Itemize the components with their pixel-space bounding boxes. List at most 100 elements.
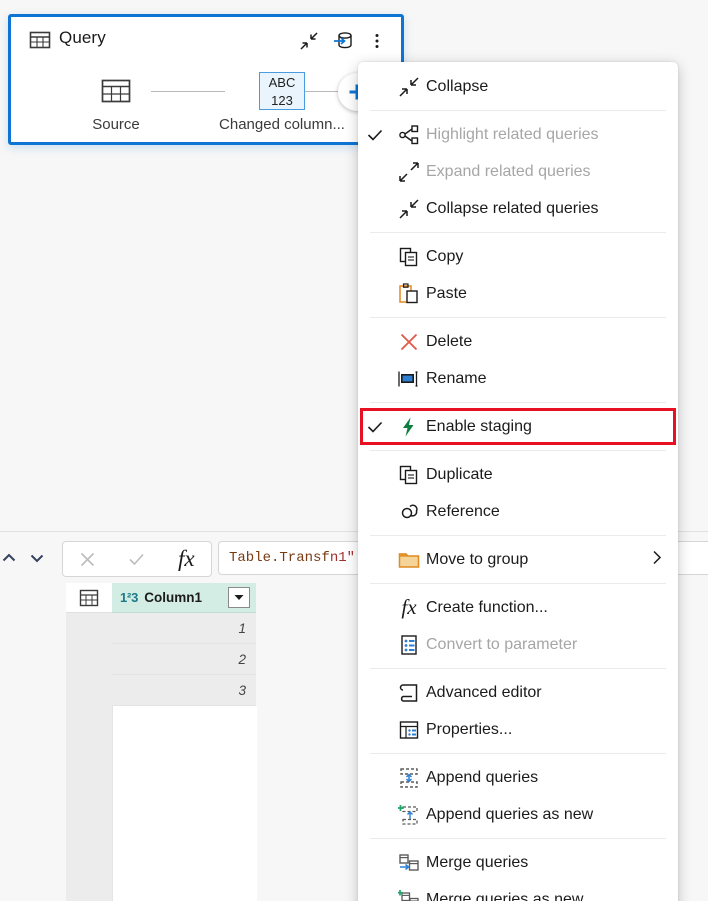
power-query-editor: Query Source ABC 123 Changed column... f… <box>0 0 708 901</box>
menu-item-paste[interactable]: Paste <box>358 275 678 312</box>
check-icon <box>367 129 383 141</box>
abc123-bottom: 123 <box>271 93 293 108</box>
menu-item-append-queries-as-new[interactable]: Append queries as new <box>358 796 678 833</box>
chevron-up-icon <box>2 553 16 562</box>
step-source[interactable]: Source <box>73 73 159 133</box>
previous-step-button[interactable] <box>0 543 22 573</box>
cancel-formula-button[interactable] <box>68 544 108 574</box>
collapse-icon <box>392 198 426 220</box>
staging-database-icon[interactable] <box>327 25 359 57</box>
menu-separator <box>370 232 666 233</box>
step-label: Source <box>92 116 140 133</box>
menu-item-expand-related-queries: Expand related queries <box>358 153 678 190</box>
share-nodes-icon <box>392 124 426 146</box>
menu-item-merge-queries-as-new[interactable]: Merge queries as new <box>358 881 678 901</box>
menu-item-rename[interactable]: Rename <box>358 360 678 397</box>
fx-icon: fx <box>401 595 417 619</box>
check-icon <box>358 418 392 436</box>
table-icon <box>79 589 99 606</box>
menu-item-copy[interactable]: Copy <box>358 238 678 275</box>
menu-item-merge-queries[interactable]: Merge queries <box>358 844 678 881</box>
menu-item-label: Expand related queries <box>426 162 591 180</box>
menu-separator <box>370 583 666 584</box>
menu-item-label: Duplicate <box>426 465 493 483</box>
parameter-icon <box>392 634 426 656</box>
menu-item-advanced-editor[interactable]: Advanced editor <box>358 674 678 711</box>
query-steps-row: Source ABC 123 Changed column... <box>11 65 401 145</box>
formula-text: Table.Transf <box>229 550 330 566</box>
data-preview-grid: 1²3 Column1 1 1 2 2 3 3 <box>66 583 257 901</box>
rename-icon <box>392 368 426 390</box>
menu-item-delete[interactable]: Delete <box>358 323 678 360</box>
menu-item-label: Paste <box>426 284 467 302</box>
abc123-top: ABC <box>268 75 296 90</box>
menu-item-collapse-related-queries[interactable]: Collapse related queries <box>358 190 678 227</box>
lightning-bolt-icon <box>392 416 426 438</box>
menu-separator <box>370 450 666 451</box>
menu-item-label: Merge queries <box>426 853 529 871</box>
abc123-icon: ABC 123 <box>207 72 357 110</box>
cell-column1[interactable]: 1 <box>112 613 256 644</box>
menu-item-label: Copy <box>426 247 464 265</box>
cell-column1[interactable]: 3 <box>112 675 256 706</box>
menu-item-create-function[interactable]: fx Create function... <box>358 589 678 626</box>
copy-icon <box>392 246 426 268</box>
menu-item-duplicate[interactable]: Duplicate <box>358 456 678 493</box>
menu-item-convert-to-parameter: Convert to parameter <box>358 626 678 663</box>
step-label: Changed column... <box>219 116 345 133</box>
merge-queries-new-icon <box>392 889 426 901</box>
menu-item-label: Append queries <box>426 768 539 786</box>
menu-separator <box>370 668 666 669</box>
menu-item-properties[interactable]: Properties... <box>358 711 678 748</box>
menu-item-label: Collapse <box>426 77 489 95</box>
cell-column1[interactable]: 2 <box>112 644 256 675</box>
query-card[interactable]: Query Source ABC 123 Changed column... <box>8 14 404 145</box>
menu-item-label: Create function... <box>426 598 548 616</box>
menu-item-reference[interactable]: Reference <box>358 493 678 530</box>
chevron-down-icon <box>30 554 44 563</box>
expand-icon <box>392 161 426 183</box>
chevron-down-icon[interactable] <box>228 587 250 608</box>
append-queries-icon <box>392 767 426 789</box>
menu-item-label: Enable staging <box>426 417 532 435</box>
table-icon <box>73 73 159 109</box>
menu-item-label: Collapse related queries <box>426 199 599 217</box>
next-step-button[interactable] <box>24 543 50 573</box>
query-context-menu[interactable]: Collapse Highlight related queries Expand … <box>358 62 678 901</box>
paste-icon <box>392 282 426 305</box>
more-options-icon[interactable] <box>361 25 393 57</box>
menu-item-label: Rename <box>426 369 487 387</box>
menu-item-enable-staging[interactable]: Enable staging <box>358 408 678 445</box>
menu-item-append-queries[interactable]: Append queries <box>358 759 678 796</box>
query-card-actions <box>293 25 393 57</box>
script-icon <box>392 682 426 704</box>
chevron-right-icon <box>653 550 662 564</box>
confirm-formula-button[interactable] <box>117 544 157 574</box>
column-header-column1[interactable]: 1²3 Column1 <box>112 583 256 613</box>
highlighted-menu-group: Enable staging <box>358 408 678 445</box>
folder-icon <box>392 549 426 571</box>
step-changed-column-type[interactable]: ABC 123 Changed column... <box>207 72 357 133</box>
menu-item-label: Merge queries as new <box>426 890 584 901</box>
reference-link-icon <box>392 501 426 523</box>
menu-item-collapse[interactable]: Collapse <box>358 68 678 105</box>
fx-icon[interactable]: fx <box>166 544 206 574</box>
collapse-icon[interactable] <box>293 25 325 57</box>
select-all-corner[interactable] <box>66 583 112 613</box>
column-type-indicator: 1²3 <box>120 590 139 605</box>
row-header-rail <box>66 613 112 901</box>
chevron-right-icon <box>650 549 664 570</box>
menu-item-label: Delete <box>426 332 473 350</box>
grid-empty-body <box>112 706 257 901</box>
collapse-icon <box>392 76 426 98</box>
menu-separator <box>370 110 666 111</box>
append-queries-new-icon <box>392 804 426 826</box>
table-icon <box>29 29 51 56</box>
menu-item-label: Properties... <box>426 720 513 738</box>
merge-queries-icon <box>392 852 426 874</box>
column-header-label: Column1 <box>144 590 202 605</box>
menu-item-move-to-group[interactable]: Move to group <box>358 541 678 578</box>
menu-item-label: Advanced editor <box>426 683 542 701</box>
menu-item-label: Convert to parameter <box>426 635 578 653</box>
query-card-header: Query <box>11 17 401 65</box>
